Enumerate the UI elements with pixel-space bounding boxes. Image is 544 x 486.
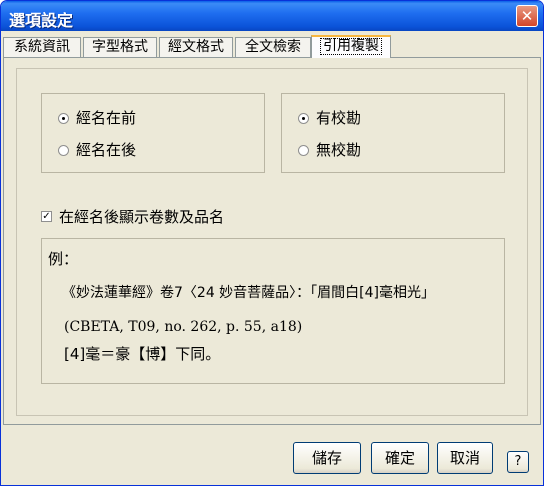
tab-sutra-format[interactable]: 經文格式 [159,37,233,57]
collation-group: 有校勘 無校勘 [281,93,505,173]
tab-label: 字型格式 [92,39,148,55]
radio-label: 經名在後 [76,141,137,159]
title-bar[interactable]: 選項設定 ✕ [1,1,543,31]
checkbox-label: 在經名後顯示卷數及品名 [59,208,225,226]
tab-label: 系統資訊 [14,39,70,55]
radio-label: 無校勘 [316,141,362,159]
example-cbeta-line: (CBETA, T09, no. 262, p. 55, a18) [64,319,303,335]
example-heading: 例： [48,250,79,268]
tab-font-format[interactable]: 字型格式 [83,37,157,57]
tab-label: 經文格式 [168,39,224,55]
checkbox-icon[interactable]: ✓ [41,211,52,222]
tab-citation-copy[interactable]: 引用複製 [311,35,391,58]
close-button[interactable]: ✕ [516,5,538,27]
radio-label: 有校勘 [316,109,362,127]
radio-button-icon[interactable] [298,145,309,156]
tab-label: 全文檢索 [245,39,301,55]
help-button[interactable]: ? [507,451,529,473]
radio-button-icon[interactable] [298,113,309,124]
cancel-button[interactable]: 取消 [437,442,493,474]
tab-fulltext-search[interactable]: 全文檢索 [235,37,311,57]
radio-button-icon[interactable] [58,145,69,156]
radio-label: 經名在前 [76,109,137,127]
close-icon: ✕ [520,7,534,25]
example-note-line: [4]毫＝豪【博】下同。 [64,345,221,363]
example-citation-line: 《妙法蓮華經》卷7〈24 妙音菩薩品〉：「眉間白[4]毫相光」 [62,285,436,301]
radio-button-icon[interactable] [58,113,69,124]
window-title: 選項設定 [9,11,74,30]
options-dialog: 選項設定 ✕ 系統資訊 字型格式 經文格式 全文檢索 引用複製 經名在前 經名在… [0,0,544,486]
save-button[interactable]: 儲存 [293,442,361,474]
ok-button[interactable]: 確定 [371,442,429,474]
tab-label: 引用複製 [320,38,382,55]
citation-copy-panel: 經名在前 經名在後 有校勘 無校勘 ✓ 在經名後顯示卷數及品名 例： 《妙法蓮華… [3,57,541,425]
tab-system-info[interactable]: 系統資訊 [3,37,81,57]
options-frame: 經名在前 經名在後 有校勘 無校勘 ✓ 在經名後顯示卷數及品名 例： 《妙法蓮華… [16,68,528,416]
example-box: 例： 《妙法蓮華經》卷7〈24 妙音菩薩品〉：「眉間白[4]毫相光」 (CBET… [41,238,505,384]
sutra-position-group: 經名在前 經名在後 [41,93,265,173]
